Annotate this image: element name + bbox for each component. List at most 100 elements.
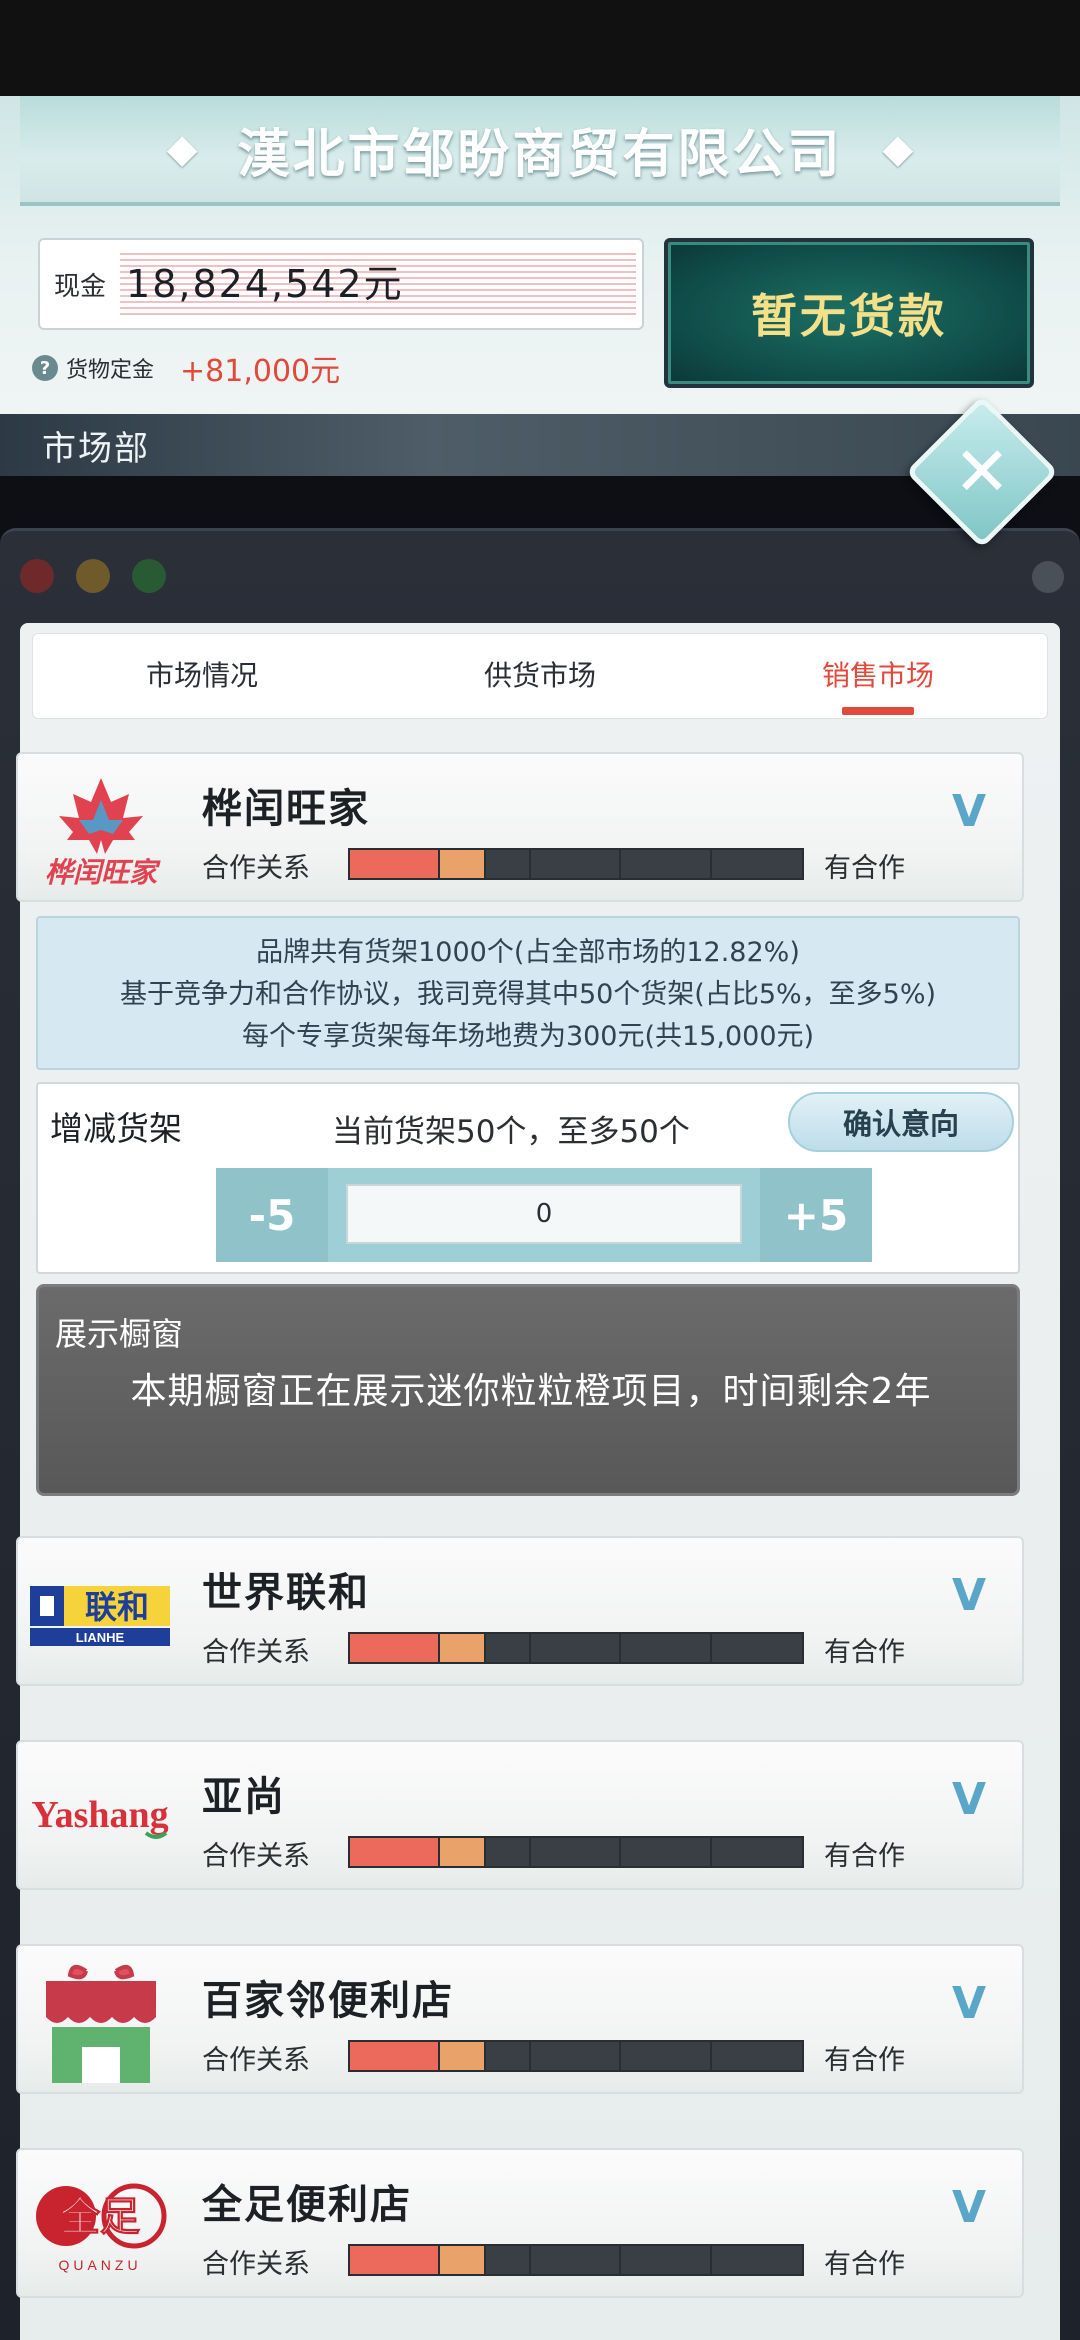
relation-bar [348,1836,804,1868]
relation-value: 有合作 [824,853,905,884]
chevron-down-icon[interactable]: V [952,786,986,837]
help-icon[interactable]: ? [32,355,58,381]
relation-segment [621,1634,712,1662]
yellow-dot-icon [76,559,110,593]
cash-label: 现金 [54,271,107,302]
company-card[interactable]: 全足 QUANZU 全足便利店 合作关系 有合作 V [16,2148,1024,2298]
tab-bar: 市场情况 供货市场 销售市场 [32,633,1048,719]
company-card[interactable]: 百家邻便利店 合作关系 有合作 V [16,1944,1024,2094]
plus-five-button[interactable]: +5 [760,1168,872,1262]
red-dot-icon [20,559,54,593]
relation-segment [621,850,712,878]
chevron-down-icon[interactable]: V [952,1570,986,1621]
chevron-down-icon[interactable]: V [952,1978,986,2029]
shelf-status: 当前货架50个，至多50个 [332,1114,690,1150]
relation-segment [621,2246,712,2274]
info-line: 品牌共有货架1000个(占全部市场的12.82%) [256,937,800,968]
relation-value: 有合作 [824,1841,905,1872]
relation-label: 合作关系 [202,1841,310,1872]
company-name: 桦闰旺家 [202,786,370,832]
relation-label: 合作关系 [202,2045,310,2076]
info-line: 每个专享货架每年场地费为300元(共15,000元) [241,1021,815,1052]
shelf-adjust-box: 增减货架 当前货架50个，至多50个 确认意向 -5 0 +5 [36,1082,1020,1274]
company-card[interactable]: Yashang 亚尚 合作关系 有合作 V [16,1740,1024,1890]
logo-text: Yashang [31,1794,168,1836]
company-name: 百家邻便利店 [202,1978,454,2024]
relation-segment [350,1838,441,1866]
tab-supply-market[interactable]: 供货市场 [371,633,709,719]
relation-segment [531,850,622,878]
relation-segment [531,2042,622,2070]
relation-bar [348,1632,804,1664]
relation-segment [440,850,486,878]
relation-segment [531,2246,622,2274]
status-bar [0,0,1080,96]
showcase-window: 展示橱窗 本期橱窗正在展示迷你粒粒橙项目，时间剩余2年 [36,1284,1020,1496]
company-name: 漢北市邹盼商贸有限公司 [237,124,843,185]
relation-segment [440,2042,486,2070]
yashang-logo: Yashang [26,1758,176,1878]
window-dots [20,559,166,593]
relation-segment [350,1634,441,1662]
relation-value: 有合作 [824,2249,905,2280]
relation-segment [486,1838,531,1866]
department-label: 市场部 [42,428,150,469]
relation-segment [440,2246,486,2274]
company-card[interactable]: 桦闰旺家 桦闰旺家 合作关系 有合作 V [16,752,1024,902]
diamond-icon: ◆ [166,126,198,172]
maple-leaf-icon: 桦闰旺家 [26,770,176,890]
showcase-title: 展示橱窗 [55,1315,184,1353]
relation-segment [350,2246,441,2274]
gray-dot-icon [1032,561,1064,593]
company-name: 世界联和 [202,1570,370,1616]
chevron-down-icon[interactable]: V [952,1774,986,1825]
relation-label: 合作关系 [202,1637,310,1668]
relation-label: 合作关系 [202,853,310,884]
relation-segment [350,850,441,878]
deposit-label: 货物定金 [66,358,155,383]
quanzu-logo: 全足 QUANZU [26,2166,176,2286]
relation-bar [348,2040,804,2072]
cash-box: 现金 18,824,542元 [38,238,644,330]
loan-label: 暂无货款 [751,289,947,343]
relation-segment [486,2246,531,2274]
company-banner: ◆ 漢北市邹盼商贸有限公司 ◆ [20,96,1060,206]
relation-segment [350,2042,441,2070]
relation-label: 合作关系 [202,2249,310,2280]
company-name: 全足便利店 [202,2182,412,2228]
minus-five-button[interactable]: -5 [216,1168,328,1262]
logo-text: 桦闰旺家 [45,857,161,888]
relation-segment [440,1634,486,1662]
deposit-row: ? 货物定金 +81,000元 [32,346,340,390]
company-header: ◆ 漢北市邹盼商贸有限公司 ◆ 现金 18,824,542元 ? 货物定金 +8… [0,96,1080,476]
logo-subtext: LIANHE [76,1630,125,1645]
logo-text: 联和 [85,1589,149,1625]
relation-segment [531,1634,622,1662]
relation-segment [531,1838,622,1866]
green-dot-icon [132,559,166,593]
relation-value: 有合作 [824,2045,905,2076]
relation-segment [486,1634,531,1662]
deposit-value: +81,000元 [180,354,341,389]
tab-market-overview[interactable]: 市场情况 [33,633,371,719]
relation-segment [486,2042,531,2070]
shelf-label: 增减货架 [50,1109,182,1148]
relation-value: 有合作 [824,1637,905,1668]
loan-button[interactable]: 暂无货款 [664,238,1034,388]
chevron-down-icon[interactable]: V [952,2182,986,2233]
brand-info-box: 品牌共有货架1000个(占全部市场的12.82%) 基于竞争力和合作协议，我司竞… [36,916,1020,1070]
lianhe-logo: 联和 LIANHE [26,1554,176,1674]
relation-segment [621,2042,712,2070]
shelf-quantity-input[interactable]: 0 [346,1184,742,1244]
close-icon: ✕ [953,432,1011,512]
confirm-label: 确认意向 [842,1107,959,1141]
tab-sales-market[interactable]: 销售市场 [709,633,1047,719]
relation-bar [348,2244,804,2276]
relation-segment [440,1838,486,1866]
diamond-icon: ◆ [882,126,914,172]
confirm-intent-button[interactable]: 确认意向 [788,1092,1014,1152]
cash-value: 18,824,542元 [120,249,636,319]
company-card[interactable]: 联和 LIANHE 世界联和 合作关系 有合作 V [16,1536,1024,1686]
logo-subtext: QUANZU [58,2257,141,2273]
logo-text: 全足 [59,2194,140,2239]
